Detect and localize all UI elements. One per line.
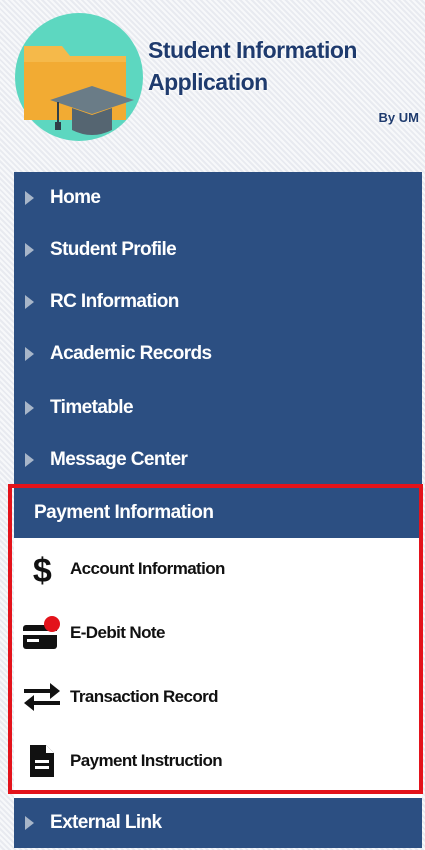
menu-item-label: Academic Records xyxy=(50,343,212,364)
app-subtitle: By UM xyxy=(378,110,419,125)
caret-right-icon xyxy=(25,453,34,467)
caret-right-icon xyxy=(25,191,34,205)
menu-item-timetable[interactable]: Timetable xyxy=(14,382,422,434)
menu-item-external-link[interactable]: External Link xyxy=(14,798,422,848)
menu-item-label: Message Center xyxy=(50,449,188,470)
menu-item-message-center[interactable]: Message Center xyxy=(14,434,422,486)
menu-item-label: External Link xyxy=(50,812,162,833)
caret-right-icon xyxy=(25,295,34,309)
menu-item-rc-information[interactable]: RC Information xyxy=(14,276,422,328)
menu-item-label: Student Profile xyxy=(50,239,177,260)
caret-right-icon xyxy=(25,401,34,415)
payment-submenu: $ Account Information E-Debit Note Trans… xyxy=(14,538,422,798)
submenu-item-account-information[interactable]: $ Account Information xyxy=(14,538,422,600)
submenu-item-label: Transaction Record xyxy=(70,687,219,706)
menu-item-academic-records[interactable]: Academic Records xyxy=(14,328,422,380)
submenu-item-e-debit-note[interactable]: E-Debit Note xyxy=(14,602,422,664)
dollar-icon: $ xyxy=(14,549,70,589)
caret-right-icon xyxy=(25,816,34,830)
document-icon xyxy=(14,741,70,781)
submenu-item-label: Payment Instruction xyxy=(70,751,223,770)
section-payment-information[interactable]: Payment Information xyxy=(14,488,422,538)
menu-item-student-profile[interactable]: Student Profile xyxy=(14,224,422,276)
submenu-item-label: E-Debit Note xyxy=(70,623,165,642)
submenu-item-payment-instruction[interactable]: Payment Instruction xyxy=(14,730,422,792)
app-header: Student Information Application By UM xyxy=(0,0,425,160)
folder-graduation-cap-icon xyxy=(15,13,143,141)
submenu-item-label: Account Information xyxy=(70,559,225,578)
caret-right-icon xyxy=(25,243,34,257)
swap-arrows-icon xyxy=(14,677,70,717)
credit-card-alert-icon xyxy=(14,613,70,653)
submenu-item-transaction-record[interactable]: Transaction Record xyxy=(14,666,422,728)
menu-item-home[interactable]: Home xyxy=(14,172,422,224)
menu-item-label: Home xyxy=(50,187,101,208)
app-title: Student Information Application xyxy=(148,37,357,95)
menu-item-label: RC Information xyxy=(50,291,179,312)
svg-text:$: $ xyxy=(33,552,52,587)
sidebar-menu: Home Student Profile RC Information Acad… xyxy=(14,172,422,848)
menu-item-label: Timetable xyxy=(50,397,134,418)
caret-right-icon xyxy=(25,347,34,361)
